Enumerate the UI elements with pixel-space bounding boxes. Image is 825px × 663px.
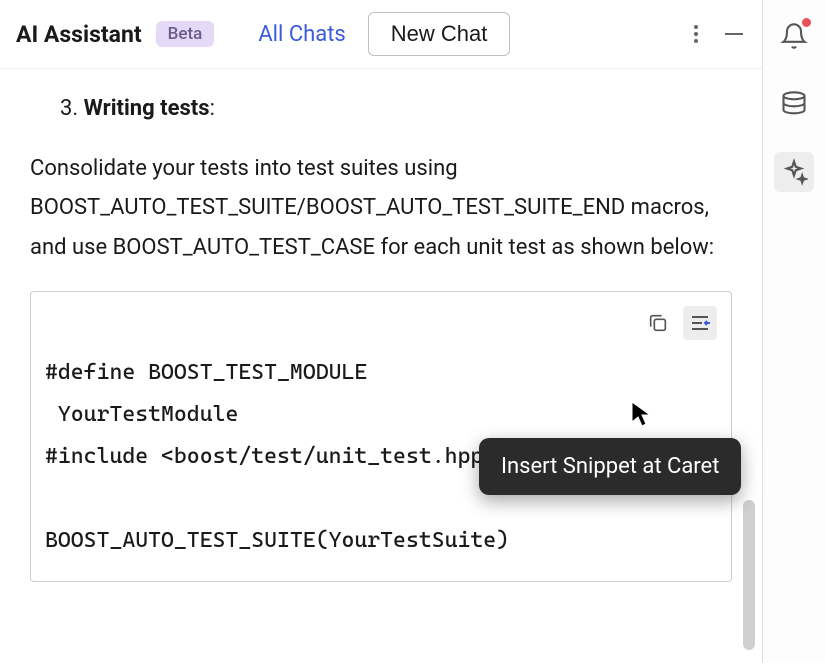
list-colon: : [210,96,215,121]
more-options-icon[interactable] [684,22,708,46]
tooltip: Insert Snippet at Caret [479,438,741,495]
panel-title: AI Assistant [16,21,142,48]
tool-rail [763,0,825,663]
ai-assistant-panel: AI Assistant Beta All Chats New Chat 3. … [0,0,763,663]
notification-dot-icon [802,18,811,27]
copy-code-button[interactable] [641,306,675,340]
insert-at-caret-icon [688,311,712,335]
copy-icon [647,312,669,334]
list-number: 3. [60,96,78,121]
ai-assistant-rail-button[interactable] [774,152,814,192]
minimize-icon[interactable] [722,22,746,46]
panel-header: AI Assistant Beta All Chats New Chat [0,0,762,69]
scrollbar-thumb[interactable] [743,500,755,650]
new-chat-button[interactable]: New Chat [368,12,511,56]
notifications-button[interactable] [774,16,814,56]
code-block: #define BOOST_TEST_MODULE YourTestModule… [30,291,732,582]
chat-content: 3. Writing tests: Consolidate your tests… [0,69,762,602]
all-chats-link[interactable]: All Chats [258,22,345,47]
beta-badge: Beta [156,21,215,47]
insert-snippet-button[interactable] [683,306,717,340]
sparkle-icon [780,158,808,186]
instruction-paragraph: Consolidate your tests into test suites … [30,149,732,268]
code-actions [641,306,717,340]
database-icon [780,90,808,118]
database-button[interactable] [774,84,814,124]
list-item: 3. Writing tests: [60,89,732,129]
list-title: Writing tests [84,96,210,121]
